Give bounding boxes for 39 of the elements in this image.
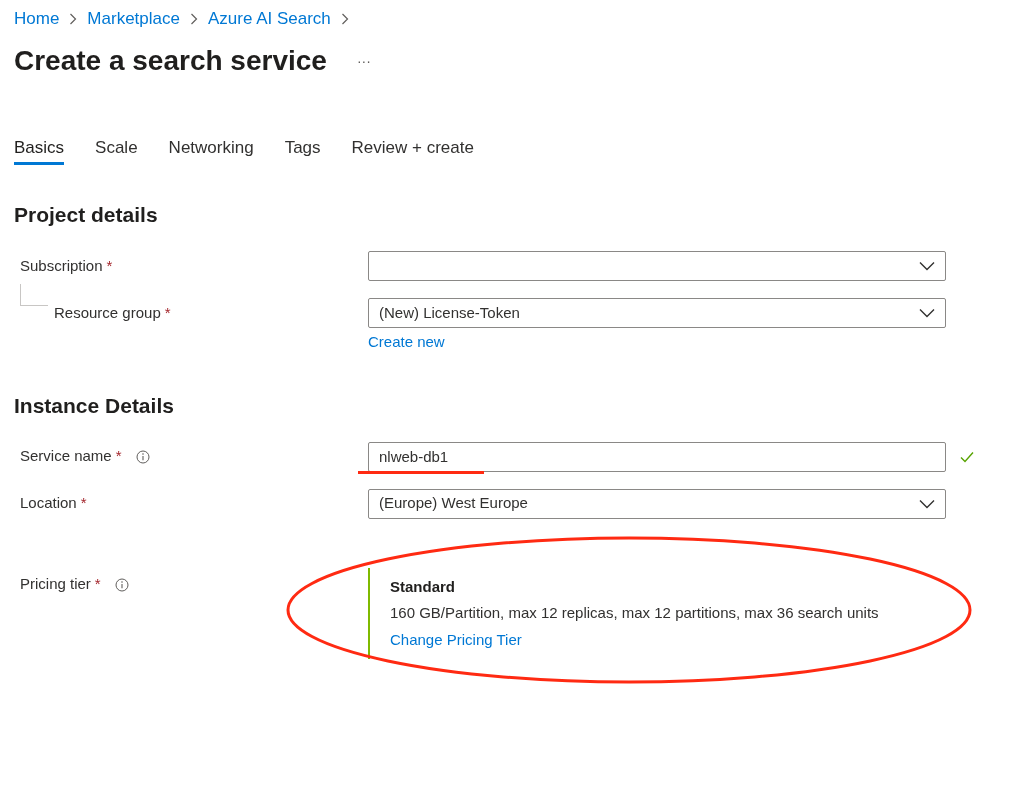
tab[interactable]: Scale (95, 133, 138, 165)
section-heading: Project details (14, 202, 159, 228)
link[interactable]: Change Pricing Tier (390, 628, 522, 653)
dropdown[interactable]: (New) License-Token (368, 298, 946, 328)
breadcrumb-link[interactable]: Azure AI Search (207, 6, 331, 32)
required-asterisk: * (80, 493, 87, 514)
required-asterisk: * (106, 255, 113, 276)
dropdown[interactable]: (Europe) West Europe (368, 488, 946, 519)
chevron-icon (69, 13, 78, 25)
link[interactable]: Create new (368, 331, 445, 354)
tab[interactable]: Basics (14, 133, 65, 165)
tab[interactable]: Networking (168, 133, 254, 165)
field-label: Service name (20, 446, 112, 467)
dropdown[interactable] (368, 251, 946, 281)
section-heading: Instance Details (14, 392, 175, 419)
breadcrumb-link[interactable]: Marketplace (87, 6, 180, 32)
field-label: Subscription (20, 255, 103, 276)
tab[interactable]: Review + create (351, 133, 474, 165)
required-asterisk: * (164, 302, 171, 323)
info-icon[interactable] (135, 449, 150, 464)
chevron-down-icon (919, 498, 935, 509)
field-label: Resource group (54, 302, 161, 323)
chevron-down-icon (919, 308, 935, 318)
more-button[interactable]: ··· (356, 50, 371, 72)
chevron-down-icon (919, 261, 935, 271)
page-title: Create a search service (14, 44, 327, 78)
info-icon[interactable] (114, 577, 129, 592)
tier-description: 160 GB/Partition, max 12 replicas, max 12 partitions, max 36 search units (390, 602, 880, 623)
field-label: Pricing tier (20, 574, 91, 595)
tree-line (20, 284, 48, 306)
required-asterisk: * (115, 446, 122, 467)
tier-name: Standard (390, 576, 456, 597)
chevron-icon (340, 13, 349, 25)
chevron-icon (189, 13, 198, 25)
breadcrumb-link[interactable]: Home (14, 6, 60, 32)
field-label: Location (20, 493, 77, 514)
tab[interactable]: Tags (284, 133, 321, 165)
text-input[interactable]: nlweb-db1 (368, 441, 946, 472)
required-asterisk: * (94, 574, 101, 595)
